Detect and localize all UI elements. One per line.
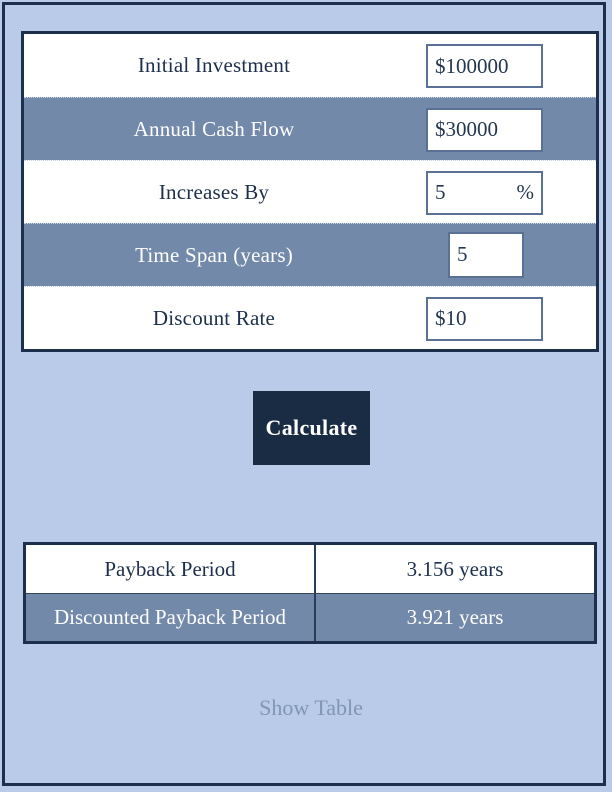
result-row-discounted-payback-period: Discounted Payback Period 3.921 years — [26, 593, 594, 641]
field-wrap-initial-investment: $100000 — [414, 34, 596, 97]
label-initial-investment: Initial Investment — [137, 53, 291, 77]
calculate-button[interactable]: Calculate — [253, 391, 370, 465]
result-label-discounted-payback-period: Discounted Payback Period — [26, 594, 316, 641]
result-row-payback-period: Payback Period 3.156 years — [26, 545, 594, 593]
input-value-time-span: 5 — [457, 242, 468, 266]
result-label-payback-period: Payback Period — [26, 545, 316, 593]
input-form-table: Initial Investment $100000 Annual Cash F… — [21, 31, 599, 352]
form-row-annual-cash-flow: Annual Cash Flow $30000 — [24, 97, 596, 160]
form-row-time-span: Time Span (years) 5 — [24, 223, 596, 286]
input-value-annual-cash-flow: $30000 — [435, 117, 498, 141]
form-row-initial-investment: Initial Investment $100000 — [24, 34, 596, 97]
page-frame: Initial Investment $100000 Annual Cash F… — [2, 2, 606, 786]
label-discount-rate: Discount Rate — [152, 305, 276, 330]
input-value-discount-rate: $10 — [435, 306, 467, 330]
form-row-increases-by: Increases By 5 % — [24, 160, 596, 223]
label-time-span: Time Span (years) — [135, 242, 293, 267]
input-value-increases-by: 5 — [435, 180, 446, 204]
results-table: Payback Period 3.156 years Discounted Pa… — [23, 542, 597, 644]
input-unit-percent: % — [516, 180, 535, 204]
input-initial-investment[interactable]: $100000 — [426, 44, 543, 88]
result-value-discounted-payback-period: 3.921 years — [406, 605, 504, 629]
show-table-link[interactable]: Show Table — [5, 695, 612, 721]
input-annual-cash-flow[interactable]: $30000 — [426, 107, 543, 152]
input-increases-by[interactable]: 5 % — [426, 170, 543, 215]
label-annual-cash-flow: Annual Cash Flow — [133, 116, 295, 141]
input-value-initial-investment: $100000 — [435, 53, 509, 78]
input-time-span[interactable]: 5 — [448, 231, 524, 278]
field-wrap-discount-rate: $10 — [414, 287, 596, 350]
result-value-payback-period: 3.156 years — [406, 556, 504, 581]
label-increases-by: Increases By — [158, 179, 270, 204]
field-wrap-time-span: 5 — [414, 224, 596, 287]
input-discount-rate[interactable]: $10 — [426, 296, 543, 341]
form-row-discount-rate: Discount Rate $10 — [24, 286, 596, 349]
field-wrap-increases-by: 5 % — [414, 161, 596, 224]
field-wrap-annual-cash-flow: $30000 — [414, 98, 596, 161]
